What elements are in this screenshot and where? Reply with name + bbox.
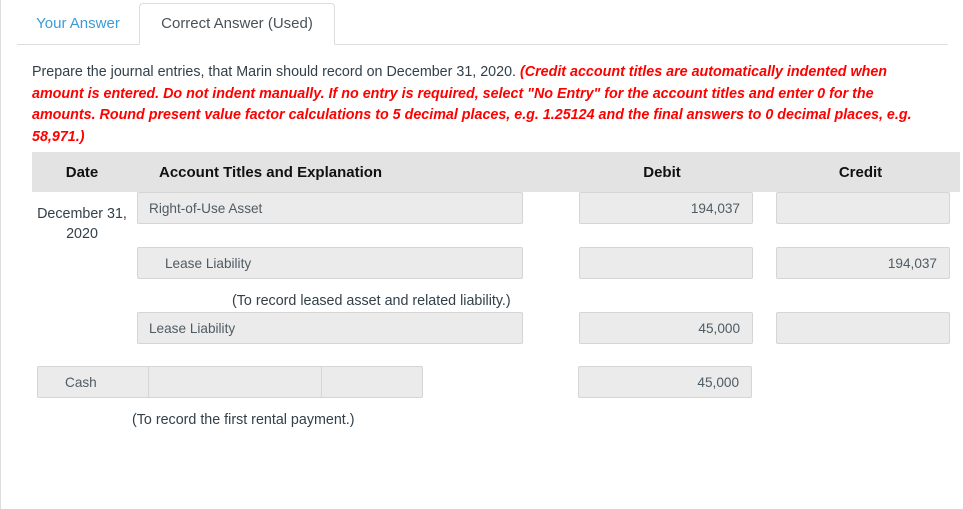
debit-cell [563,247,761,279]
instructions-paragraph: Prepare the journal entries, that Marin … [32,62,934,148]
account-cell: Right-of-Use Asset [132,192,563,224]
entry-memo: (To record the first rental payment.) [132,412,355,428]
debit-amount-input[interactable] [579,247,753,279]
table-row: December 31, 2020 Right-of-Use Asset 194… [32,192,960,242]
credit-amount-input[interactable] [776,192,950,224]
debit-cell: 194,037 [563,192,761,224]
entry-date: December 31, 2020 [37,206,127,242]
journal-table: Date Account Titles and Explanation Debi… [32,152,960,431]
journal-entry-table: Date Account Titles and Explanation Debi… [32,152,960,431]
credit-amount-input[interactable] [776,312,950,344]
credit-cell: 194,037 [761,247,960,279]
answer-tabs: Your Answer Correct Answer (Used) [17,3,948,45]
table-row: Lease Liability 45,000 [32,312,960,344]
account-title-input[interactable]: Lease Liability [137,247,523,279]
credit-cell [761,192,960,224]
answer-panel: Your Answer Correct Answer (Used) Prepar… [0,0,963,509]
credit-amount-input[interactable]: 45,000 [578,366,752,398]
journal-table-head: Date Account Titles and Explanation Debi… [32,152,960,192]
debit-amount-input[interactable] [148,366,322,398]
header-date: Date [32,152,132,192]
spacer-cell [563,224,761,247]
spacer-cell [132,344,563,366]
account-title-input[interactable]: Lease Liability [137,312,523,344]
row-spacer [32,344,960,366]
header-credit: Credit [761,152,960,192]
spacer-cell [761,344,960,366]
journal-table-body: December 31, 2020 Right-of-Use Asset 194… [32,192,960,431]
entry-memo: (To record leased asset and related liab… [232,293,511,309]
memo-row: (To record leased asset and related liab… [32,279,960,312]
credit-cell: 45,000 [563,366,761,398]
account-cell: Lease Liability [132,247,563,279]
header-debit: Debit [563,152,761,192]
tab-your-answer[interactable]: Your Answer [17,3,139,45]
journal-header-row: Date Account Titles and Explanation Debi… [32,152,960,192]
memo-row: (To record the first rental payment.) [32,398,960,431]
account-title-input[interactable]: Right-of-Use Asset [137,192,523,224]
instructions-lead: Prepare the journal entries, that Marin … [32,64,516,80]
account-cell: Lease Liability [132,312,563,344]
tab-correct-answer[interactable]: Correct Answer (Used) [139,3,335,45]
account-cell: Cash [32,366,423,398]
table-row: Cash 45,000 [32,366,960,398]
header-account: Account Titles and Explanation [132,152,563,192]
row-spacer [32,224,960,247]
spacer-cell [132,224,563,247]
spacer-cell [761,224,960,247]
debit-cell: 45,000 [563,312,761,344]
debit-amount-input[interactable]: 194,037 [579,192,753,224]
debit-cell [132,366,563,398]
credit-amount-input[interactable]: 194,037 [776,247,950,279]
spacer-cell [563,344,761,366]
table-row: Lease Liability 194,037 [32,247,960,279]
credit-cell [761,312,960,344]
debit-amount-input[interactable]: 45,000 [579,312,753,344]
